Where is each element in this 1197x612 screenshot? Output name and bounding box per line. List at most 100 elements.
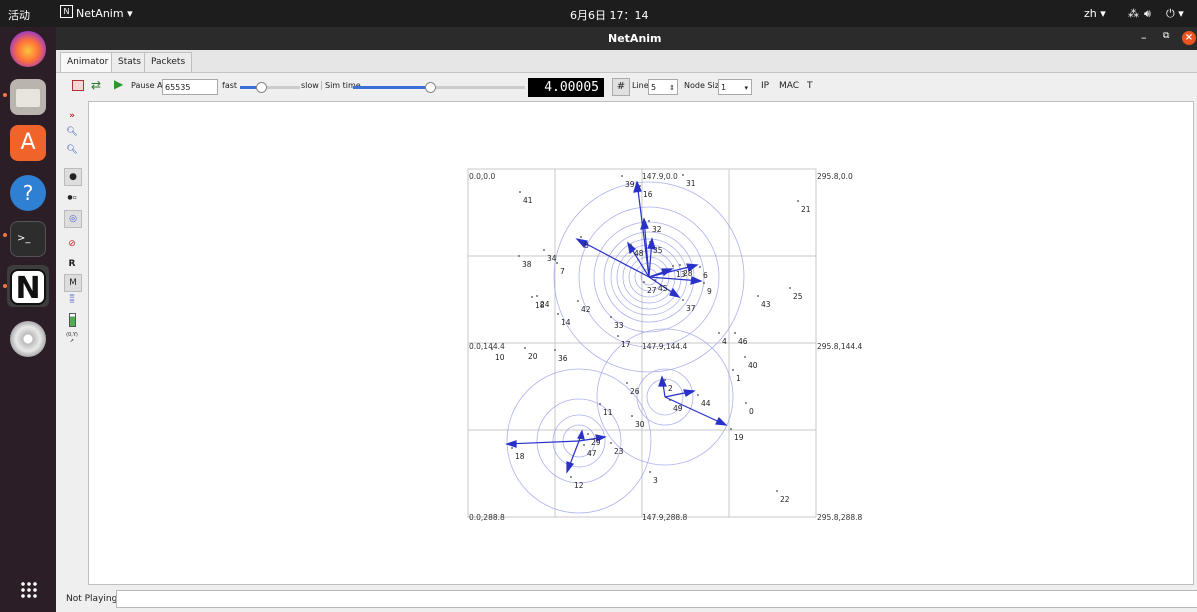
grid-label-bottom-middle: 147.9,288.8 <box>642 513 688 522</box>
show-wireless-circles-icon[interactable]: ◎ <box>64 210 82 228</box>
node-size-down-icon[interactable]: ●▫ <box>64 190 80 206</box>
node-label: 20 <box>528 352 538 361</box>
tab-packets[interactable]: Packets <box>144 52 193 72</box>
node-41[interactable]: 41 <box>519 191 533 205</box>
volume-icon[interactable]: 🔊︎ <box>1144 7 1151 21</box>
netanim-icon[interactable]: N <box>10 269 46 306</box>
node-label: 19 <box>734 433 744 442</box>
node-dot <box>718 332 720 334</box>
node-43[interactable]: 43 <box>757 295 771 309</box>
files-icon[interactable] <box>10 79 46 115</box>
node-36[interactable]: 36 <box>554 349 568 363</box>
play-icon[interactable]: ▶ <box>114 77 123 91</box>
terminal-icon[interactable]: >_ <box>10 221 46 257</box>
node-dot <box>556 262 558 264</box>
app-menu[interactable]: NetAnim ▾ <box>76 7 133 20</box>
zoom-in-icon[interactable]: 🔍︎ <box>64 124 80 140</box>
node-1[interactable]: 1 <box>732 369 741 383</box>
status-message-field[interactable] <box>116 590 1197 608</box>
animation-canvas[interactable]: 0.0,0.0 147.9,0.0 295.8,0.0 0.0,144.4 14… <box>88 101 1194 585</box>
node-23[interactable]: 23 <box>610 442 624 456</box>
node-dot <box>664 379 666 381</box>
node-27[interactable]: 27 <box>643 281 657 295</box>
node-21[interactable]: 21 <box>797 200 811 214</box>
node-30[interactable]: 30 <box>631 415 645 429</box>
node-39[interactable]: 39 <box>621 175 635 189</box>
node-26[interactable]: 26 <box>626 382 640 396</box>
node-label: 33 <box>614 321 624 330</box>
node-31[interactable]: 31 <box>682 174 696 188</box>
node-22[interactable]: 22 <box>776 490 790 504</box>
node-3[interactable]: 3 <box>649 471 658 485</box>
node-40[interactable]: 40 <box>744 356 758 370</box>
open-file-icon[interactable] <box>72 80 84 91</box>
battery-icon[interactable] <box>64 312 80 328</box>
ip-toggle[interactable]: IP <box>761 81 769 91</box>
packet-arrowhead <box>505 440 517 448</box>
node-18[interactable]: 18 <box>511 447 525 461</box>
dvd-icon[interactable] <box>10 321 46 357</box>
node-49[interactable]: 49 <box>669 399 683 413</box>
sim-time-slider-handle[interactable] <box>425 82 437 93</box>
reload-icon[interactable]: ⇄ <box>91 78 101 92</box>
clock[interactable]: 6月6日 17：14 <box>570 7 649 23</box>
speed-slider[interactable] <box>240 82 300 93</box>
node-4[interactable]: 4 <box>718 332 727 346</box>
node-25[interactable]: 25 <box>789 287 803 301</box>
window-titlebar: NetAnim – ⧉ × <box>56 27 1197 50</box>
hide-packets-icon[interactable]: ⊘ <box>64 236 80 252</box>
maximize-button[interactable]: ⧉ <box>1163 31 1169 41</box>
tab-animator[interactable]: Animator <box>60 52 116 72</box>
node-dot <box>682 299 684 301</box>
node-label: 9 <box>707 287 712 296</box>
node-20[interactable]: 20 <box>524 347 538 361</box>
expand-tools-icon[interactable]: » <box>64 108 80 124</box>
node-dot <box>570 476 572 478</box>
power-menu[interactable]: ⏻ ▾ <box>1166 7 1184 21</box>
node-dot <box>734 332 736 334</box>
software-center-icon[interactable]: A <box>10 125 46 161</box>
node-38[interactable]: 38 <box>518 255 532 269</box>
t-toggle[interactable]: T <box>807 81 813 91</box>
pause-at-input[interactable]: 65535 <box>162 79 218 95</box>
help-icon[interactable]: ? <box>10 175 46 211</box>
node-dot <box>626 382 628 384</box>
packet-stats-icon[interactable]: ≡ ≡ <box>64 293 80 310</box>
node-dot <box>697 394 699 396</box>
firefox-icon[interactable] <box>10 31 46 67</box>
speed-slider-handle[interactable] <box>256 82 267 93</box>
node-size-up-icon[interactable]: ● <box>64 168 82 186</box>
node-46[interactable]: 46 <box>734 332 748 346</box>
node-size-value: 1 <box>721 83 727 92</box>
node-12[interactable]: 12 <box>570 476 584 490</box>
show-apps-icon[interactable] <box>20 581 38 599</box>
tab-stats[interactable]: Stats <box>111 52 148 72</box>
zoom-out-icon[interactable]: 🔍︎ <box>64 142 80 158</box>
grid-toggle-button[interactable]: # <box>612 78 630 96</box>
metadata-toggle[interactable]: M <box>64 274 82 292</box>
node-0[interactable]: 0 <box>745 402 754 416</box>
close-button[interactable]: × <box>1182 31 1196 45</box>
node-16[interactable]: 16 <box>639 185 653 199</box>
node-14[interactable]: 14 <box>557 313 571 327</box>
node-size-select[interactable]: 1 ▾ <box>718 79 752 95</box>
node-37[interactable]: 37 <box>682 299 696 313</box>
mouse-position-icon[interactable]: (0,Y) ➚ <box>64 332 80 348</box>
node-dot <box>621 175 623 177</box>
node-dot <box>610 316 612 318</box>
activities-button[interactable]: 活动 <box>8 7 30 23</box>
status-bar: Not Playing <box>56 586 1197 612</box>
minimize-button[interactable]: – <box>1141 31 1147 44</box>
node-dot <box>699 266 701 268</box>
routing-toggle[interactable]: R <box>64 256 80 272</box>
node-dot <box>631 415 633 417</box>
node-7[interactable]: 7 <box>556 262 565 276</box>
language-indicator[interactable]: zh ▾ <box>1084 7 1106 20</box>
sim-time-slider[interactable] <box>353 82 525 93</box>
mac-toggle[interactable]: MAC <box>779 81 799 91</box>
network-icon[interactable]: ⁂ <box>1128 7 1139 20</box>
node-44[interactable]: 44 <box>697 394 711 408</box>
lines-spinbox[interactable]: 5 ⇕ <box>648 79 678 95</box>
node-9[interactable]: 9 <box>703 282 712 296</box>
spinner-arrows-icon[interactable]: ⇕ <box>669 80 675 96</box>
